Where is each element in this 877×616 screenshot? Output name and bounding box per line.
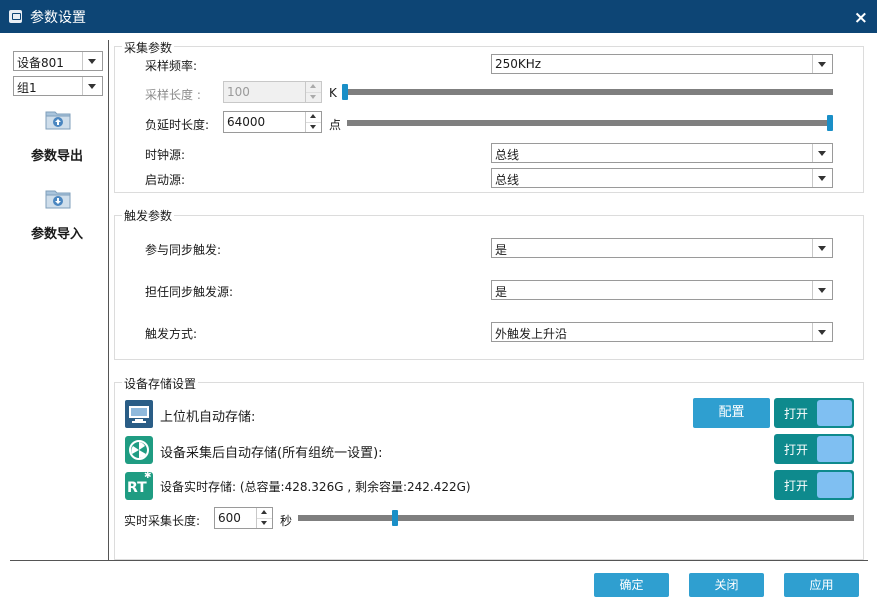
chevron-down-icon[interactable] [82, 52, 102, 70]
realtime-length-unit: 秒 [280, 514, 293, 528]
fan-icon [125, 436, 153, 464]
after-acq-storage-label: 设备采集后自动存储(所有组统一设置): [160, 446, 383, 461]
neg-delay-slider-thumb[interactable] [827, 115, 833, 131]
start-source-label: 启动源: [145, 173, 186, 187]
neg-delay-slider-track[interactable] [347, 120, 833, 126]
toggle-knob [817, 436, 852, 462]
host-storage-toggle-label: 打开 [784, 407, 809, 421]
spin-down-icon[interactable] [257, 518, 272, 528]
fan-small-icon: ✱ [144, 471, 152, 481]
sync-source-select[interactable]: 是 [491, 280, 833, 300]
chevron-down-icon[interactable] [812, 281, 832, 299]
sample-length-slider-track[interactable] [342, 89, 833, 95]
chevron-down-icon[interactable] [812, 169, 832, 187]
chevron-down-icon[interactable] [812, 239, 832, 257]
chevron-down-icon[interactable] [812, 323, 832, 341]
sync-trigger-label: 参与同步触发: [145, 243, 222, 257]
trigger-mode-value: 外触发上升沿 [495, 327, 568, 341]
start-source-value: 总线 [495, 173, 520, 187]
ok-button[interactable]: 确定 [594, 573, 669, 597]
close-icon[interactable]: × [854, 10, 868, 27]
realtime-length-value: 600 [218, 511, 241, 525]
chevron-down-icon[interactable] [812, 144, 832, 162]
neg-delay-value: 64000 [227, 115, 266, 129]
title-bar: 参数设置 × [0, 0, 877, 33]
config-button[interactable]: 配置 [693, 398, 770, 428]
close-button[interactable]: 关闭 [689, 573, 764, 597]
neg-delay-unit: 点 [329, 118, 342, 132]
clock-source-label: 时钟源: [145, 148, 186, 162]
storage-group-title: 设备存储设置 [122, 375, 199, 392]
apply-button[interactable]: 应用 [784, 573, 859, 597]
sample-rate-label: 采样频率: [145, 59, 198, 73]
sample-rate-select[interactable]: 250KHz [491, 54, 833, 74]
group-select-value: 组1 [17, 81, 37, 95]
spin-down-icon [306, 92, 321, 102]
realtime-length-label: 实时采集长度: [124, 514, 201, 528]
app-icon [9, 10, 22, 23]
chevron-down-icon[interactable] [82, 77, 102, 95]
realtime-storage-toggle-label: 打开 [784, 479, 809, 493]
realtime-length-spinbox[interactable]: 600 [214, 507, 273, 529]
spin-down-icon[interactable] [306, 122, 321, 132]
realtime-storage-label: 设备实时存储: (总容量:428.326G , 剩余容量:242.422G) [160, 480, 471, 494]
export-params-button[interactable]: 参数导出 [31, 145, 83, 164]
sample-length-slider-thumb[interactable] [342, 84, 348, 100]
sample-length-spinbox: 100 [223, 81, 322, 103]
sync-source-label: 担任同步触发源: [145, 285, 234, 299]
after-acq-storage-toggle-label: 打开 [784, 443, 809, 457]
trigger-mode-label: 触发方式: [145, 327, 198, 341]
realtime-length-slider-track[interactable] [298, 515, 854, 521]
host-storage-toggle[interactable]: 打开 [774, 398, 854, 428]
group-select[interactable]: 组1 [13, 76, 103, 96]
clock-source-value: 总线 [495, 148, 520, 162]
folder-download-icon[interactable] [45, 187, 71, 209]
window-title: 参数设置 [30, 10, 86, 26]
realtime-length-slider-thumb[interactable] [391, 510, 398, 526]
acquisition-group-title: 采集参数 [122, 39, 175, 56]
neg-delay-label: 负延时长度: [145, 118, 210, 132]
toggle-knob [817, 400, 852, 426]
sync-trigger-select[interactable]: 是 [491, 238, 833, 258]
monitor-icon [125, 400, 153, 428]
toggle-knob [817, 472, 852, 498]
rt-icon-text: RT [127, 480, 147, 496]
device-select[interactable]: 设备801 [13, 51, 103, 71]
trigger-group-title: 触发参数 [122, 207, 175, 224]
settings-dialog: 参数设置 × 设备801 组1 参数导出 参数导入 采集参数 采样频率: 250… [0, 0, 877, 616]
clock-source-select[interactable]: 总线 [491, 143, 833, 163]
footer-divider [10, 560, 868, 561]
sync-trigger-value: 是 [495, 243, 508, 257]
folder-upload-icon[interactable] [45, 108, 71, 130]
sample-length-value: 100 [227, 85, 250, 99]
host-storage-label: 上位机自动存储: [160, 410, 256, 425]
sample-length-unit: K [329, 86, 337, 100]
sync-source-value: 是 [495, 285, 508, 299]
device-select-value: 设备801 [17, 56, 64, 70]
realtime-storage-icon: RT ✱ [125, 471, 153, 500]
neg-delay-spinbox[interactable]: 64000 [223, 111, 322, 133]
sample-length-label: 采样长度 : [145, 88, 201, 102]
import-params-button[interactable]: 参数导入 [31, 223, 83, 242]
start-source-select[interactable]: 总线 [491, 168, 833, 188]
trigger-mode-select[interactable]: 外触发上升沿 [491, 322, 833, 342]
sidebar-divider [108, 40, 109, 560]
after-acq-storage-toggle[interactable]: 打开 [774, 434, 854, 464]
sample-rate-value: 250KHz [495, 57, 542, 71]
realtime-storage-toggle[interactable]: 打开 [774, 470, 854, 500]
chevron-down-icon[interactable] [812, 55, 832, 73]
